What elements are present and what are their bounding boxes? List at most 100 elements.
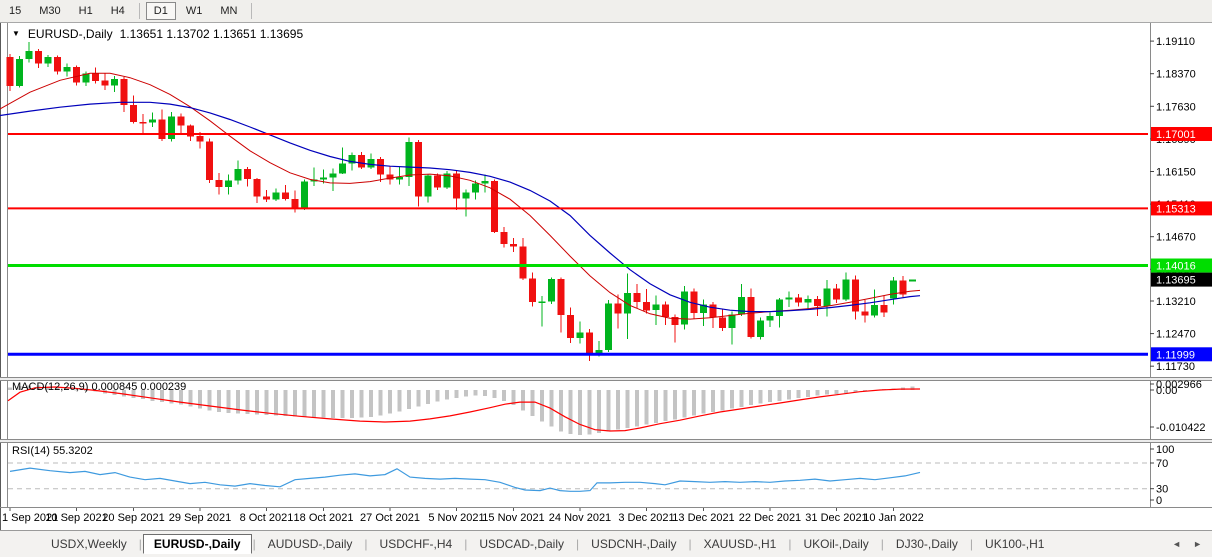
candle: [501, 232, 508, 244]
macd-bar: [426, 390, 430, 404]
timeframe-button-h1[interactable]: H1: [71, 2, 101, 20]
candle: [149, 120, 156, 123]
candle: [377, 159, 384, 174]
macd-bar: [331, 390, 335, 418]
date-tick-label: 20 Sep 2021: [102, 512, 164, 524]
candle: [520, 246, 527, 278]
candle: [776, 300, 783, 316]
chart-tab-ukoil-[interactable]: UKOil-,Daily: [792, 534, 879, 554]
candle: [254, 179, 261, 197]
collapse-panel-icon[interactable]: ▼: [12, 30, 20, 38]
chart-tabs-bar: USDX,Weekly|EURUSD-,Daily|AUDUSD-,Daily|…: [0, 530, 1212, 557]
macd-bar: [797, 390, 801, 398]
macd-bar: [407, 390, 411, 409]
date-tick-label: 29 Sep 2021: [169, 512, 231, 524]
candle: [216, 180, 223, 187]
candle: [634, 293, 641, 302]
macd-bar: [749, 390, 753, 405]
tabs-scroll-left-icon[interactable]: ◄: [1172, 539, 1181, 549]
macd-bar: [711, 390, 715, 412]
date-tick-label: 13 Dec 2021: [672, 512, 734, 524]
timeframe-button-h4[interactable]: H4: [103, 2, 133, 20]
chart-tab-usdchf-[interactable]: USDCHF-,H4: [369, 534, 464, 554]
tab-separator: |: [576, 537, 579, 551]
candle: [339, 164, 346, 174]
chart-title: ▼ EURUSD-,Daily 1.13651 1.13702 1.13651 …: [12, 27, 303, 41]
price-tag-label: 1.11999: [1156, 349, 1195, 361]
tabs-scroll-right-icon[interactable]: ►: [1193, 539, 1202, 549]
macd-bar: [654, 390, 658, 423]
macd-bar: [683, 390, 687, 418]
candle: [871, 305, 878, 316]
candle: [73, 67, 80, 82]
price-tick-label: 1.16150: [1156, 166, 1196, 178]
macd-bar: [369, 390, 373, 417]
candle: [539, 301, 546, 303]
rsi-axis-label: 30: [1156, 484, 1168, 496]
timeframe-button-m30[interactable]: M30: [31, 2, 68, 20]
candle: [833, 289, 840, 300]
macd-bar: [626, 390, 630, 428]
timeframe-button-w1[interactable]: W1: [178, 2, 211, 20]
price-tag-label: 1.13695: [1156, 275, 1196, 287]
candle: [472, 183, 479, 192]
chart-canvas: 1.191101.183701.176301.168901.161501.154…: [0, 0, 1212, 557]
candle: [406, 142, 413, 177]
macd-bar: [255, 390, 259, 415]
price-tag-label: 1.14016: [1156, 261, 1196, 273]
chart-tab-uk100-[interactable]: UK100-,H1: [974, 534, 1055, 554]
rsi-axis-label: 100: [1156, 444, 1174, 456]
candle: [738, 297, 745, 315]
macd-bar: [578, 390, 582, 435]
macd-bar: [597, 390, 601, 433]
candle: [548, 279, 555, 302]
candle: [681, 292, 688, 325]
macd-bar: [417, 390, 421, 406]
chart-tab-eurusd-[interactable]: EURUSD-,Daily: [143, 534, 252, 554]
tab-separator: |: [253, 537, 256, 551]
candle: [567, 315, 574, 338]
candle: [35, 51, 42, 63]
chart-tab-usdx[interactable]: USDX,Weekly: [40, 534, 138, 554]
candle: [482, 181, 489, 183]
chart-tab-usdcnh-[interactable]: USDCNH-,Daily: [580, 534, 687, 554]
rsi-axis-label: 0: [1156, 495, 1162, 507]
macd-bar: [360, 390, 364, 418]
candle: [301, 182, 308, 209]
macd-bar: [844, 390, 848, 393]
macd-bar: [569, 390, 573, 434]
candle: [45, 57, 52, 64]
macd-bar: [816, 390, 820, 396]
timeframe-button-15[interactable]: 15: [1, 2, 29, 20]
candle: [263, 197, 270, 200]
candlestick-series: [7, 42, 917, 361]
rsi-axis-label: 70: [1156, 458, 1168, 470]
candle: [26, 51, 33, 59]
chart-ohlc-values: 1.13651 1.13702 1.13651 1.13695: [120, 27, 304, 41]
chart-tab-xauusd-[interactable]: XAUUSD-,H1: [693, 534, 788, 554]
candle: [159, 120, 166, 139]
candle: [719, 318, 726, 328]
macd-axis-label: 0.00: [1156, 385, 1177, 397]
macd-bar: [493, 390, 497, 398]
candle: [273, 193, 280, 200]
macd-bar: [227, 390, 231, 413]
candle: [121, 79, 128, 105]
date-tick-label: 5 Nov 2021: [428, 512, 484, 524]
price-tick-label: 1.11730: [1156, 361, 1195, 373]
candle: [662, 305, 669, 317]
toolbar-separator: [251, 3, 252, 19]
chart-tab-usdcad-[interactable]: USDCAD-,Daily: [468, 534, 575, 554]
macd-bar: [531, 390, 535, 416]
chart-tab-audusd-[interactable]: AUDUSD-,Daily: [257, 534, 364, 554]
chart-tab-dj30-[interactable]: DJ30-,Daily: [885, 534, 969, 554]
candle: [415, 142, 422, 197]
price-tag-label: 1.15313: [1156, 203, 1196, 215]
candle: [425, 176, 432, 197]
candle: [767, 316, 774, 320]
timeframe-button-mn[interactable]: MN: [212, 2, 245, 20]
timeframe-button-d1[interactable]: D1: [146, 2, 176, 20]
candle: [852, 279, 859, 311]
candle: [54, 57, 61, 72]
macd-bar: [208, 390, 212, 411]
